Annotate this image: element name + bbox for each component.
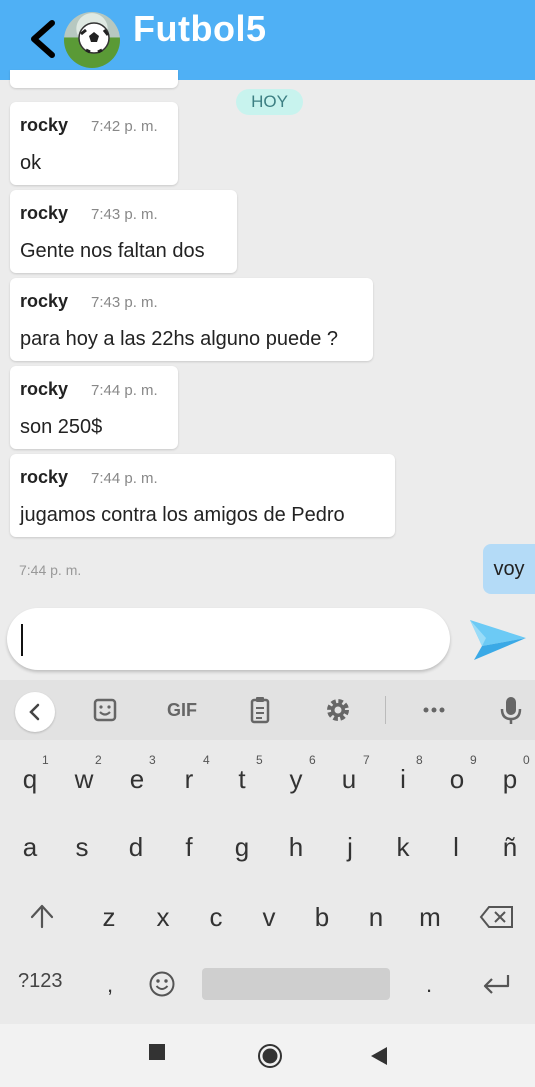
period-key[interactable]: . <box>409 972 449 998</box>
key-i[interactable]: i <box>383 764 423 795</box>
group-avatar[interactable] <box>64 12 120 68</box>
key-hint-4: 4 <box>203 753 210 767</box>
comma-key[interactable]: , <box>90 972 130 998</box>
key-e[interactable]: e <box>117 764 157 795</box>
space-bar[interactable] <box>202 968 390 1000</box>
more-icon[interactable] <box>418 694 450 726</box>
soccer-ball-icon <box>78 22 110 54</box>
key-hint-2: 2 <box>95 753 102 767</box>
sender-name: rocky <box>20 467 69 487</box>
key-p[interactable]: p <box>490 764 530 795</box>
sender-name: rocky <box>20 291 69 311</box>
emoji-icon[interactable] <box>148 970 176 998</box>
message-text: jugamos contra los amigos de Pedro <box>20 504 345 526</box>
key-k[interactable]: k <box>383 832 423 863</box>
key-l[interactable]: l <box>436 832 476 863</box>
key-o[interactable]: o <box>437 764 477 795</box>
key-hint-8: 8 <box>416 753 423 767</box>
message-time: 7:43 p. m. <box>91 294 158 311</box>
key-g[interactable]: g <box>222 832 262 863</box>
key-a[interactable]: a <box>10 832 50 863</box>
message-bubble[interactable]: rocky 7:43 p. m. Gente nos faltan dos <box>10 190 237 273</box>
key-r[interactable]: r <box>169 764 209 795</box>
symbols-key[interactable]: ?123 <box>18 970 63 993</box>
toolbar-divider <box>385 696 386 724</box>
sender-name: rocky <box>20 379 69 399</box>
message-bubble[interactable]: rocky 7:43 p. m. para hoy a las 22hs alg… <box>10 278 373 361</box>
key-n-tilde[interactable]: ñ <box>490 832 530 863</box>
key-hint-6: 6 <box>309 753 316 767</box>
key-hint-7: 7 <box>363 753 370 767</box>
message-text: ok <box>20 152 42 174</box>
message-bubble[interactable]: rocky 7:44 p. m. jugamos contra los amig… <box>10 454 395 537</box>
chevron-left-icon <box>29 703 40 721</box>
gif-icon[interactable]: GIF <box>162 694 202 726</box>
date-chip: HOY <box>236 89 303 115</box>
message-text: son 250$ <box>20 416 103 438</box>
key-j[interactable]: j <box>330 832 370 863</box>
message-time: 7:42 p. m. <box>91 118 158 135</box>
key-m[interactable]: m <box>410 902 450 933</box>
chat-title[interactable]: Futbol5 <box>133 8 266 50</box>
sticker-icon[interactable] <box>89 694 121 726</box>
key-d[interactable]: d <box>116 832 156 863</box>
message-text: para hoy a las 22hs alguno puede ? <box>20 328 339 350</box>
key-hint-1: 1 <box>42 753 49 767</box>
key-t[interactable]: t <box>222 764 262 795</box>
key-y[interactable]: y <box>276 764 316 795</box>
message-time: 7:44 p. m. <box>91 470 158 487</box>
message-bubble[interactable]: rocky 7:42 p. m. ok <box>10 102 178 185</box>
text-caret <box>21 624 23 656</box>
key-h[interactable]: h <box>276 832 316 863</box>
back-triangle-icon[interactable] <box>370 1046 388 1066</box>
key-s[interactable]: s <box>62 832 102 863</box>
app-header: Futbol5 <box>0 0 535 80</box>
soft-keyboard: GIF q w e r t y u i o p 1 2 3 4 5 6 7 8 … <box>0 680 535 1024</box>
message-bubble[interactable]: rocky 7:44 p. m. son 250$ <box>10 366 178 449</box>
enter-icon[interactable] <box>480 972 512 996</box>
recent-apps-icon[interactable] <box>149 1044 165 1060</box>
key-x[interactable]: x <box>143 902 183 933</box>
previous-message-bubble <box>10 70 178 88</box>
message-input[interactable] <box>7 608 450 670</box>
key-z[interactable]: z <box>89 902 129 933</box>
key-hint-9: 9 <box>470 753 477 767</box>
home-icon[interactable] <box>257 1043 283 1069</box>
shift-icon[interactable] <box>28 902 56 930</box>
toolbar-back-button[interactable] <box>15 692 55 732</box>
key-q[interactable]: q <box>10 764 50 795</box>
key-u[interactable]: u <box>329 764 369 795</box>
sender-name: rocky <box>20 203 69 223</box>
keyboard-toolbar: GIF <box>0 680 535 740</box>
key-hint-0: 0 <box>523 753 530 767</box>
my-message-time: 7:44 p. m. <box>19 562 82 578</box>
clipboard-icon[interactable] <box>244 694 276 726</box>
settings-icon[interactable] <box>322 694 354 726</box>
message-time: 7:44 p. m. <box>91 382 158 399</box>
message-text: Gente nos faltan dos <box>20 240 205 262</box>
key-c[interactable]: c <box>196 902 236 933</box>
back-arrow-icon[interactable] <box>26 18 60 60</box>
backspace-icon[interactable] <box>479 904 515 930</box>
key-f[interactable]: f <box>169 832 209 863</box>
my-message-bubble[interactable]: voy <box>483 544 535 594</box>
key-hint-5: 5 <box>256 753 263 767</box>
key-b[interactable]: b <box>302 902 342 933</box>
system-nav-bar <box>0 1024 535 1087</box>
key-n[interactable]: n <box>356 902 396 933</box>
mic-icon[interactable] <box>495 694 527 726</box>
message-list[interactable]: HOY rocky 7:42 p. m. ok rocky 7:43 p. m.… <box>0 70 535 680</box>
key-w[interactable]: w <box>64 764 104 795</box>
key-hint-3: 3 <box>149 753 156 767</box>
sender-name: rocky <box>20 115 69 135</box>
key-v[interactable]: v <box>249 902 289 933</box>
paper-plane-send-icon[interactable] <box>468 612 528 664</box>
message-time: 7:43 p. m. <box>91 206 158 223</box>
